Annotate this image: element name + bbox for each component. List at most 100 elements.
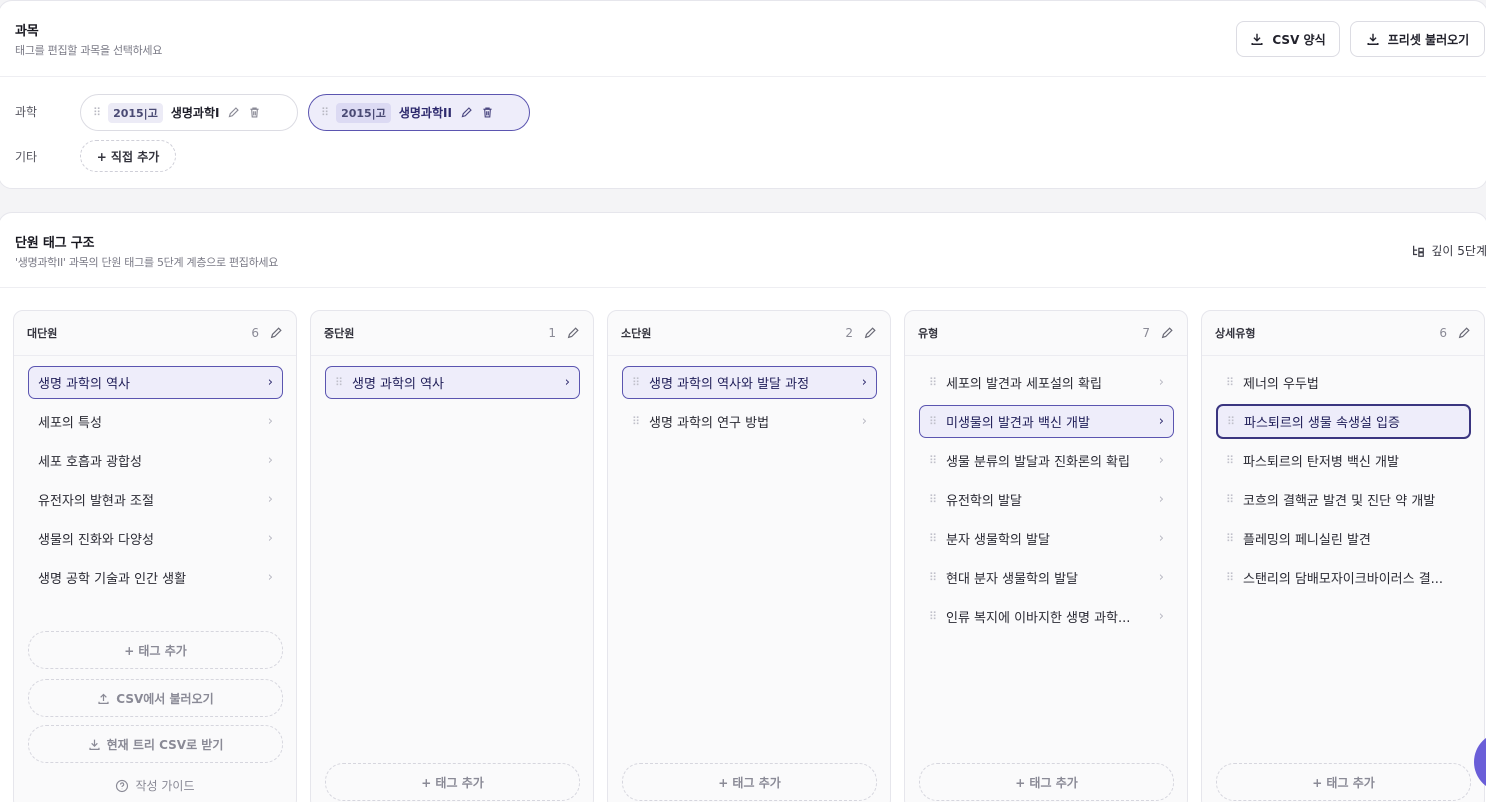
tag-label: 플레밍의 페니실린 발견	[1243, 533, 1371, 548]
column-count: 7	[1142, 326, 1150, 340]
subject-year-badge: 2015|고	[108, 102, 163, 123]
drag-handle-icon[interactable]: ⠿	[632, 376, 649, 389]
tag-item-editing[interactable]: ⠿ 파스퇴르의 생물 속생설 입증	[1216, 404, 1471, 439]
pencil-icon[interactable]	[1160, 326, 1174, 340]
tag-item[interactable]: 생물의 진화와 다양성 ›	[28, 522, 283, 555]
add-subject-button[interactable]: + 직접 추가	[80, 140, 176, 172]
tag-item[interactable]: ⠿ 코흐의 결핵균 발견 및 진단 약 개발	[1216, 483, 1471, 516]
add-tag-button[interactable]: + 태그 추가	[1216, 763, 1471, 801]
tag-item[interactable]: ⠿ 세포의 발견과 세포설의 확립 ›	[919, 366, 1174, 399]
tag-item[interactable]: ⠿ 제너의 우두법	[1216, 366, 1471, 399]
tag-item[interactable]: 세포 호흡과 광합성 ›	[28, 444, 283, 477]
tag-item[interactable]: ⠿ 인류 복지에 이바지한 생명 과학... ›	[919, 600, 1174, 633]
pencil-icon[interactable]	[863, 326, 877, 340]
drag-handle-icon[interactable]: ⠿	[929, 571, 946, 584]
column-title: 상세유형	[1215, 327, 1256, 340]
chevron-right-icon: ›	[1158, 453, 1164, 468]
chevron-right-icon: ›	[267, 375, 273, 390]
tag-item[interactable]: ⠿ 스탠리의 담배모자이크바이러스 결...	[1216, 561, 1471, 594]
column-minor-unit: 소단원 2 ⠿ 생명 과학의 역사와 발달 과정 › ⠿ 생명 과학의 연구 방법 › …	[607, 310, 891, 802]
drag-handle-icon[interactable]: ⠿	[1227, 415, 1244, 428]
csv-export-button[interactable]: 현재 트리 CSV로 받기	[28, 725, 283, 763]
tag-item[interactable]: ⠿ 현대 분자 생물학의 발달 ›	[919, 561, 1174, 594]
csv-template-label: CSV 양식	[1272, 32, 1326, 47]
drag-handle-icon[interactable]: ⠿	[321, 106, 329, 119]
drag-handle-icon[interactable]: ⠿	[929, 493, 946, 506]
divider	[905, 355, 1187, 356]
tag-label: 세포의 특성	[38, 416, 102, 431]
drag-handle-icon[interactable]: ⠿	[929, 454, 946, 467]
tag-item[interactable]: 유전자의 발현과 조절 ›	[28, 483, 283, 516]
pencil-icon[interactable]	[227, 106, 240, 119]
subjects-panel: 과목 태그를 편집할 과목을 선택하세요 CSV 양식 프리셋 불러오기 과학 …	[0, 0, 1486, 189]
drag-handle-icon[interactable]: ⠿	[1226, 571, 1243, 584]
drag-handle-icon[interactable]: ⠿	[335, 376, 352, 389]
drag-handle-icon[interactable]: ⠿	[93, 106, 101, 119]
column-header: 중단원 1	[311, 311, 593, 355]
tag-label: 스탠리의 담배모자이크바이러스 결...	[1243, 572, 1444, 587]
writing-guide-link[interactable]: 작성 가이드	[14, 777, 296, 794]
pencil-icon[interactable]	[269, 326, 283, 340]
divider	[608, 355, 890, 356]
column-middle-unit: 중단원 1 ⠿ 생명 과학의 역사 › + 태그 추가	[310, 310, 594, 802]
drag-handle-icon[interactable]: ⠿	[1226, 493, 1243, 506]
subject-chip-bio2[interactable]: ⠿ 2015|고 생명과학II	[308, 94, 530, 131]
tag-label: 파스퇴르의 탄저병 백신 개발	[1243, 455, 1399, 470]
tag-item[interactable]: 세포의 특성 ›	[28, 405, 283, 438]
drag-handle-icon[interactable]: ⠿	[929, 376, 946, 389]
column-count: 2	[845, 326, 853, 340]
tags-subtitle: '생명과학II' 과목의 단원 태그를 5단계 계층으로 편집하세요	[15, 256, 279, 269]
help-circle-icon	[116, 779, 129, 792]
column-title: 중단원	[324, 327, 355, 340]
tag-item[interactable]: ⠿ 파스퇴르의 탄저병 백신 개발	[1216, 444, 1471, 477]
depth-label: 깊이 5단계	[1431, 244, 1486, 258]
tag-item[interactable]: ⠿ 생명 과학의 역사 ›	[325, 366, 580, 399]
column-detail-type: 상세유형 6 ⠿ 제너의 우두법 ⠿ 파스퇴르의 생물 속생설 입증 ⠿ 파스퇴르의 …	[1201, 310, 1485, 802]
column-title: 유형	[918, 327, 939, 340]
pencil-icon[interactable]	[460, 106, 473, 119]
column-header: 상세유형 6	[1202, 311, 1484, 355]
csv-template-button[interactable]: CSV 양식	[1236, 21, 1340, 57]
tag-label: 세포 호흡과 광합성	[38, 455, 142, 470]
csv-import-button[interactable]: CSV에서 불러오기	[28, 679, 283, 717]
add-tag-button[interactable]: + 태그 추가	[622, 763, 877, 801]
tag-item[interactable]: ⠿ 미생물의 발견과 백신 개발 ›	[919, 405, 1174, 438]
add-tag-button[interactable]: + 태그 추가	[919, 763, 1174, 801]
drag-handle-icon[interactable]: ⠿	[929, 415, 946, 428]
add-tag-button[interactable]: + 태그 추가	[325, 763, 580, 801]
divider	[1202, 355, 1484, 356]
tags-title: 단원 태그 구조	[15, 236, 95, 251]
tag-item[interactable]: ⠿ 생물 분류의 발달과 진화론의 확립 ›	[919, 444, 1174, 477]
download-icon	[89, 739, 100, 750]
tag-item[interactable]: ⠿ 생명 과학의 역사와 발달 과정 ›	[622, 366, 877, 399]
science-label: 과학	[15, 105, 38, 119]
subject-chip-bio1[interactable]: ⠿ 2015|고 생명과학I	[80, 94, 298, 131]
pencil-icon[interactable]	[1457, 326, 1471, 340]
tag-label: 유전학의 발달	[946, 494, 1022, 509]
preset-load-button[interactable]: 프리셋 불러오기	[1350, 21, 1485, 57]
add-tag-button[interactable]: + 태그 추가	[28, 631, 283, 669]
tag-item[interactable]: 생명 공학 기술과 인간 생활 ›	[28, 561, 283, 594]
drag-handle-icon[interactable]: ⠿	[929, 532, 946, 545]
chevron-right-icon: ›	[267, 453, 273, 468]
tag-item[interactable]: ⠿ 유전학의 발달 ›	[919, 483, 1174, 516]
drag-handle-icon[interactable]: ⠿	[1226, 454, 1243, 467]
drag-handle-icon[interactable]: ⠿	[1226, 532, 1243, 545]
drag-handle-icon[interactable]: ⠿	[632, 415, 649, 428]
tag-item[interactable]: ⠿ 생명 과학의 연구 방법 ›	[622, 405, 877, 438]
trash-icon[interactable]	[481, 106, 494, 119]
trash-icon[interactable]	[248, 106, 261, 119]
chevron-right-icon: ›	[267, 414, 273, 429]
preset-load-label: 프리셋 불러오기	[1387, 32, 1470, 47]
tag-item[interactable]: ⠿ 분자 생물학의 발달 ›	[919, 522, 1174, 555]
tag-item[interactable]: ⠿ 플레밍의 페니실린 발견	[1216, 522, 1471, 555]
tag-label: 인류 복지에 이바지한 생명 과학...	[946, 611, 1131, 626]
tag-label: 생명 과학의 역사와 발달 과정	[649, 377, 810, 392]
divider	[0, 287, 1486, 288]
chevron-right-icon: ›	[861, 375, 867, 390]
pencil-icon[interactable]	[566, 326, 580, 340]
drag-handle-icon[interactable]: ⠿	[929, 610, 946, 623]
tag-item[interactable]: 생명 과학의 역사 ›	[28, 366, 283, 399]
column-title: 대단원	[27, 327, 58, 340]
drag-handle-icon[interactable]: ⠿	[1226, 376, 1243, 389]
